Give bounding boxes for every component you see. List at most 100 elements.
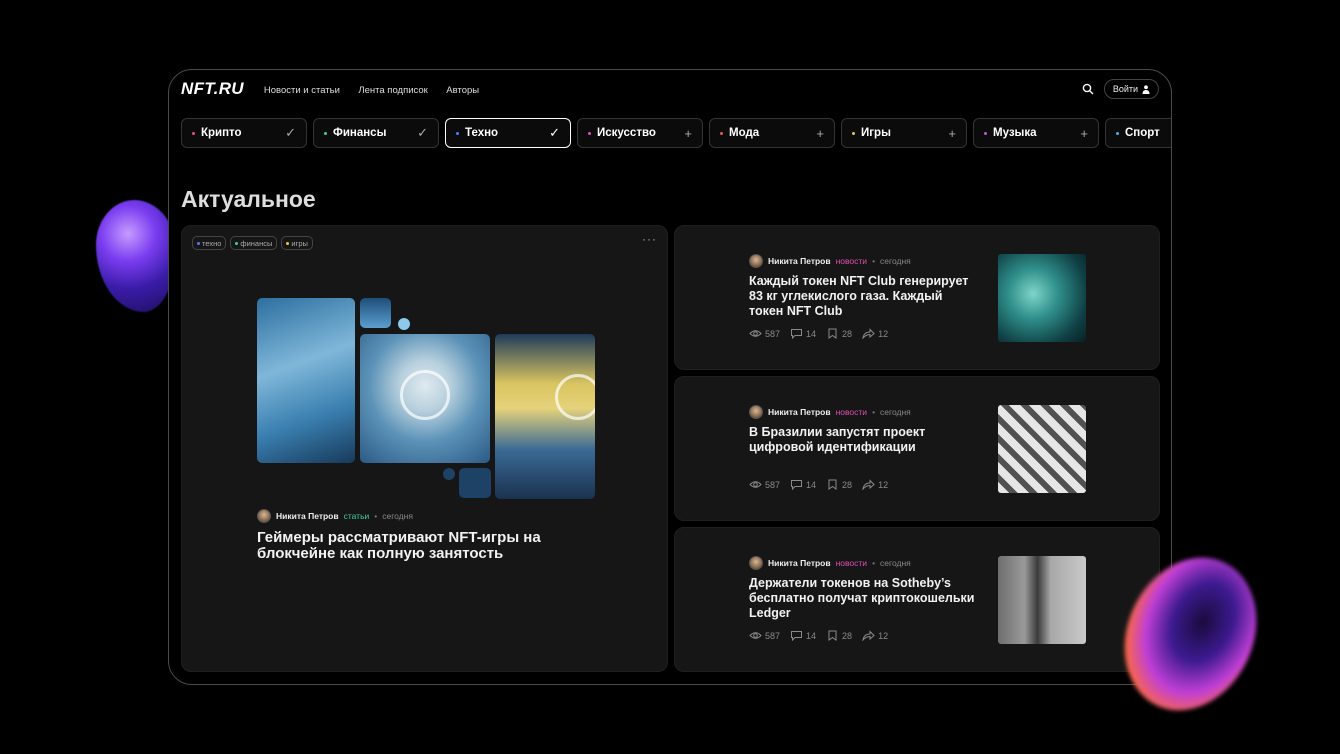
bookmark-icon — [828, 479, 837, 490]
topic-dot — [1116, 131, 1119, 135]
article-title[interactable]: Каждый токен NFT Club генерирует 83 кг у… — [749, 274, 979, 319]
image-detail — [555, 374, 595, 420]
bookmark-icon — [828, 328, 837, 339]
topic-chip-games[interactable]: Игры + — [841, 118, 967, 148]
avatar[interactable] — [257, 509, 271, 523]
author-name[interactable]: Никита Петров — [768, 256, 831, 266]
comment-icon — [791, 631, 803, 641]
shares-count: 12 — [878, 479, 889, 490]
topic-dot — [324, 131, 327, 135]
topic-chip-sport[interactable]: Спорт + — [1105, 118, 1171, 148]
header: NFT.RU Новости и статьи Лента подписок А… — [181, 70, 1159, 108]
comments-stat[interactable]: 14 — [790, 630, 816, 641]
article-stats: 587 14 28 12 — [749, 479, 888, 490]
article-thumbnail[interactable] — [998, 254, 1086, 342]
user-icon — [1142, 84, 1150, 94]
shares-stat[interactable]: 12 — [862, 479, 888, 490]
article-card[interactable]: Никита Петров новости • сегодня Держател… — [674, 527, 1160, 672]
tag-list: техно финансы игры — [192, 236, 313, 250]
nav-link-feed[interactable]: Лента подписок — [358, 85, 427, 96]
plus-icon: + — [948, 125, 956, 141]
comments-stat[interactable]: 14 — [790, 479, 816, 490]
article-category[interactable]: статьи — [344, 511, 370, 521]
tag-tech[interactable]: техно — [192, 236, 227, 250]
logo[interactable]: NFT.RU — [181, 79, 244, 99]
plus-icon: + — [1080, 125, 1088, 141]
bookmarks-stat[interactable]: 28 — [826, 630, 852, 641]
comments-stat[interactable]: 14 — [790, 328, 816, 339]
article-card[interactable]: Никита Петров новости • сегодня В Бразил… — [674, 376, 1160, 521]
shares-stat[interactable]: 12 — [862, 328, 888, 339]
topic-chip-tech[interactable]: Техно ✓ — [445, 118, 571, 148]
article-thumbnail[interactable] — [998, 556, 1086, 644]
shares-stat[interactable]: 12 — [862, 630, 888, 641]
eye-icon — [749, 481, 762, 488]
tag-games[interactable]: игры — [281, 236, 313, 250]
topic-chip-finance[interactable]: Финансы ✓ — [313, 118, 439, 148]
article-time: сегодня — [880, 558, 911, 568]
topic-label: Спорт — [1125, 127, 1160, 139]
separator-dot: • — [872, 558, 876, 568]
plus-icon: + — [684, 125, 692, 141]
share-icon — [862, 630, 875, 641]
article-title[interactable]: Держатели токенов на Sotheby’s бесплатно… — [749, 576, 979, 621]
bookmarks-count: 28 — [842, 479, 853, 490]
author-name[interactable]: Никита Петров — [768, 407, 831, 417]
topic-chip-fashion[interactable]: Мода + — [709, 118, 835, 148]
bookmarks-count: 28 — [842, 328, 853, 339]
bookmark-icon — [828, 630, 837, 641]
article-category[interactable]: новости — [836, 256, 867, 266]
topic-dot — [984, 131, 987, 135]
featured-image — [257, 298, 595, 499]
article-card[interactable]: Никита Петров новости • сегодня Каждый т… — [674, 225, 1160, 370]
image-dot — [398, 318, 410, 330]
author-name[interactable]: Никита Петров — [276, 511, 339, 521]
check-icon: ✓ — [549, 125, 560, 140]
search-icon[interactable] — [1082, 83, 1094, 95]
article-meta: Никита Петров новости • сегодня — [749, 405, 911, 419]
article-stats: 587 14 28 12 — [749, 630, 888, 641]
tag-dot — [235, 241, 239, 245]
topic-label: Игры — [861, 127, 891, 139]
image-tile — [459, 468, 491, 498]
login-label: Войти — [1112, 84, 1138, 94]
nav-link-authors[interactable]: Авторы — [446, 85, 479, 96]
article-meta: Никита Петров статьи • сегодня — [257, 509, 413, 523]
share-icon — [862, 328, 875, 339]
topic-label: Музыка — [993, 127, 1037, 139]
bookmarks-stat[interactable]: 28 — [826, 479, 852, 490]
author-name[interactable]: Никита Петров — [768, 558, 831, 568]
topic-chip-crypto[interactable]: Крипто ✓ — [181, 118, 307, 148]
topic-chip-music[interactable]: Музыка + — [973, 118, 1099, 148]
image-tile — [495, 334, 595, 499]
image-tile — [257, 298, 355, 463]
login-button[interactable]: Войти — [1103, 79, 1159, 99]
eye-icon — [749, 632, 762, 639]
image-detail — [400, 370, 450, 420]
tag-finance[interactable]: финансы — [230, 236, 278, 250]
comments-count: 14 — [806, 328, 817, 339]
article-category[interactable]: новости — [836, 407, 867, 417]
avatar[interactable] — [749, 556, 763, 570]
topic-label: Финансы — [333, 127, 387, 139]
featured-article-card[interactable]: техно финансы игры ··· Никита Петров ста… — [181, 225, 668, 672]
article-title[interactable]: Геймеры рассматривают NFT-игры на блокче… — [257, 530, 597, 562]
article-thumbnail[interactable] — [998, 405, 1086, 493]
topic-dot — [456, 131, 459, 135]
bookmarks-count: 28 — [842, 630, 853, 641]
article-category[interactable]: новости — [836, 558, 867, 568]
decorative-blob-left — [96, 200, 176, 312]
bookmarks-stat[interactable]: 28 — [826, 328, 852, 339]
views-stat: 587 — [749, 630, 780, 641]
section-title: Актуальное — [181, 186, 316, 212]
image-tile — [360, 298, 391, 328]
nav-link-news[interactable]: Новости и статьи — [264, 85, 340, 96]
more-options-icon[interactable]: ··· — [642, 232, 657, 246]
comment-icon — [791, 329, 803, 339]
separator-dot: • — [872, 256, 876, 266]
topic-chip-art[interactable]: Искусство + — [577, 118, 703, 148]
article-title[interactable]: В Бразилии запустят проект цифровой иден… — [749, 425, 979, 455]
avatar[interactable] — [749, 254, 763, 268]
topic-label: Крипто — [201, 127, 242, 139]
avatar[interactable] — [749, 405, 763, 419]
